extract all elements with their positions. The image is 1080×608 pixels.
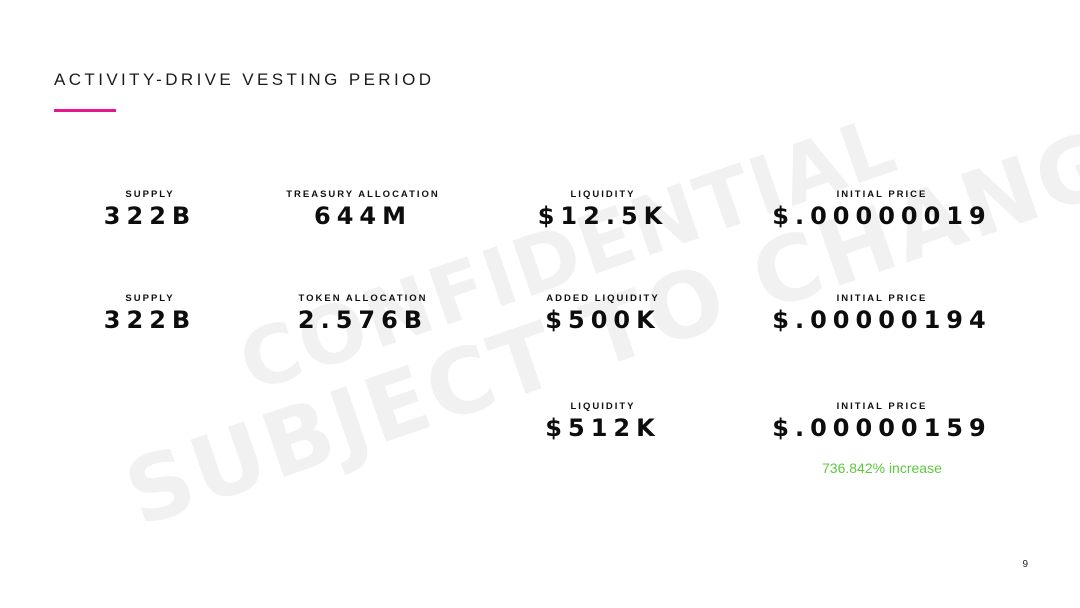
row1-liquidity-stat: LIQUIDITY $12.5K	[518, 189, 688, 230]
title-accent-bar	[54, 109, 116, 112]
stat-label: INITIAL PRICE	[836, 293, 928, 304]
row2-supply-stat: SUPPLY 322B	[80, 293, 220, 334]
row1-price-stat: INITIAL PRICE $.00000019	[742, 189, 1022, 230]
stat-label: INITIAL PRICE	[836, 189, 928, 200]
stat-value: $.00000019	[772, 202, 992, 230]
watermark-line-1: CONFIDENTIAL	[228, 98, 909, 410]
increase-note: 736.842% increase	[822, 460, 942, 476]
stat-label: INITIAL PRICE	[836, 401, 928, 412]
stat-label: ADDED LIQUIDITY	[546, 293, 660, 304]
stat-label: SUPPLY	[125, 293, 175, 304]
stat-label: LIQUIDITY	[570, 189, 636, 200]
row1-supply-stat: SUPPLY 322B	[80, 189, 220, 230]
stat-value: 2.576B	[297, 306, 429, 334]
stat-value: $500K	[545, 306, 661, 334]
stat-value: $.00000159	[772, 414, 992, 442]
stat-label: LIQUIDITY	[570, 401, 636, 412]
row2-allocation-stat: TOKEN ALLOCATION 2.576B	[270, 293, 456, 334]
stat-value: 322B	[103, 306, 197, 334]
stat-value: $12.5K	[537, 202, 669, 230]
row3-liquidity-stat: LIQUIDITY $512K	[518, 401, 688, 442]
row3-price-stat: INITIAL PRICE $.00000159	[742, 401, 1022, 442]
stat-value: 644M	[314, 202, 412, 230]
stat-value: $512K	[545, 414, 661, 442]
stat-value: 322B	[103, 202, 197, 230]
page-number: 9	[1022, 559, 1028, 570]
stat-label: SUPPLY	[125, 189, 175, 200]
row2-liquidity-stat: ADDED LIQUIDITY $500K	[518, 293, 688, 334]
stat-label: TOKEN ALLOCATION	[298, 293, 428, 304]
slide-title: ACTIVITY-DRIVE VESTING PERIOD	[54, 70, 435, 89]
row1-allocation-stat: TREASURY ALLOCATION 644M	[270, 189, 456, 230]
row2-price-stat: INITIAL PRICE $.00000194	[742, 293, 1022, 334]
stat-label: TREASURY ALLOCATION	[286, 189, 440, 200]
stat-value: $.00000194	[772, 306, 992, 334]
